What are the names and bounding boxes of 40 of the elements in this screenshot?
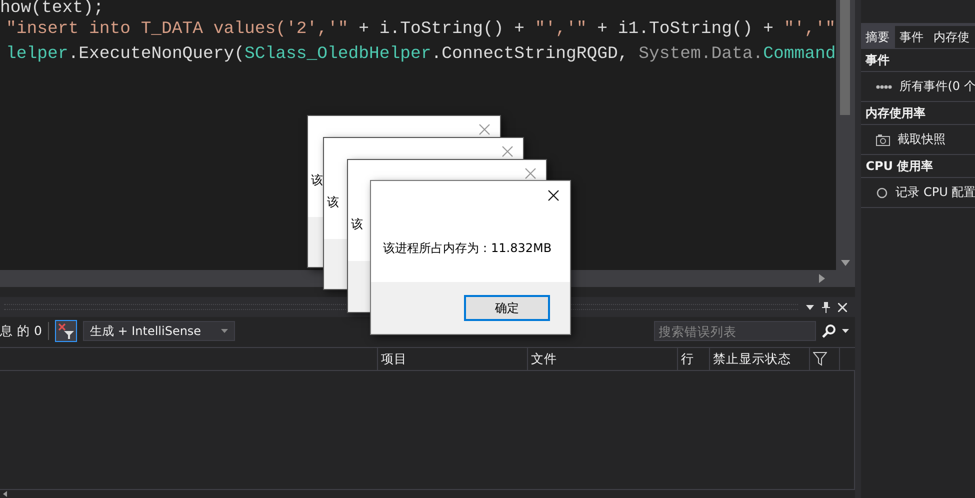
list-item[interactable]: 所有事件(0 个 xyxy=(900,78,975,95)
events-icon xyxy=(876,82,892,90)
dialog-message: 该 xyxy=(311,172,323,189)
tab[interactable]: 摘要 xyxy=(860,26,895,48)
search-field[interactable]: 搜索错误列表 xyxy=(654,321,816,341)
message-count[interactable]: 息 的 0 xyxy=(0,322,42,340)
dropdown-caret-icon[interactable] xyxy=(842,329,849,333)
vertical-scrollbar[interactable] xyxy=(836,0,855,270)
dialog-message: 该进程所占内存为：11.832MB xyxy=(383,240,552,257)
tab[interactable]: 内存使 xyxy=(928,26,975,48)
section-header: 内存使用率 xyxy=(860,102,975,125)
column-header[interactable]: 文件 xyxy=(528,348,678,370)
column-header[interactable]: 行 xyxy=(678,348,710,370)
column-header[interactable]: 禁止显示状态 xyxy=(710,348,810,370)
scroll-left-arrow-icon[interactable] xyxy=(3,491,7,497)
filter-clear-icon xyxy=(58,323,74,339)
dropdown-caret-icon xyxy=(220,329,228,333)
ok-button[interactable]: 确定 xyxy=(464,295,550,321)
pin-icon[interactable] xyxy=(822,302,830,312)
code-line: lelper.ExecuteNonQuery(SClass_OledbHelper.ConnectStringRQGD, System.Data.Command xyxy=(5,44,836,66)
tab[interactable]: 事件 xyxy=(894,26,929,48)
scroll-down-arrow-icon[interactable] xyxy=(840,260,850,266)
filter-icon[interactable] xyxy=(813,352,827,366)
code-line: "insert into T_DATA values('2','" + i.ToString() + "','" + i1.ToString() + "','" xyxy=(5,19,836,41)
search-icon[interactable] xyxy=(822,324,836,338)
filter-toggle-button[interactable] xyxy=(54,320,77,342)
camera-icon xyxy=(876,134,890,146)
list-item[interactable]: 记录 CPU 配置 xyxy=(896,184,975,201)
dialog-message: 该 xyxy=(351,216,363,233)
section-header: CPU 使用率 xyxy=(860,155,975,178)
list-item[interactable]: 截取快照 xyxy=(898,131,946,148)
close-icon[interactable] xyxy=(548,190,559,201)
scope-dropdown[interactable]: 生成 + IntelliSense xyxy=(82,321,235,341)
scrollbar-thumb[interactable] xyxy=(840,0,850,115)
section-header: 事件 xyxy=(860,49,975,72)
scroll-right-arrow-icon[interactable] xyxy=(818,274,825,283)
dialog-message: 该 xyxy=(327,194,339,211)
circle-icon xyxy=(876,186,888,198)
column-header[interactable]: 项目 xyxy=(378,348,528,370)
dropdown-caret-icon[interactable] xyxy=(806,304,814,310)
